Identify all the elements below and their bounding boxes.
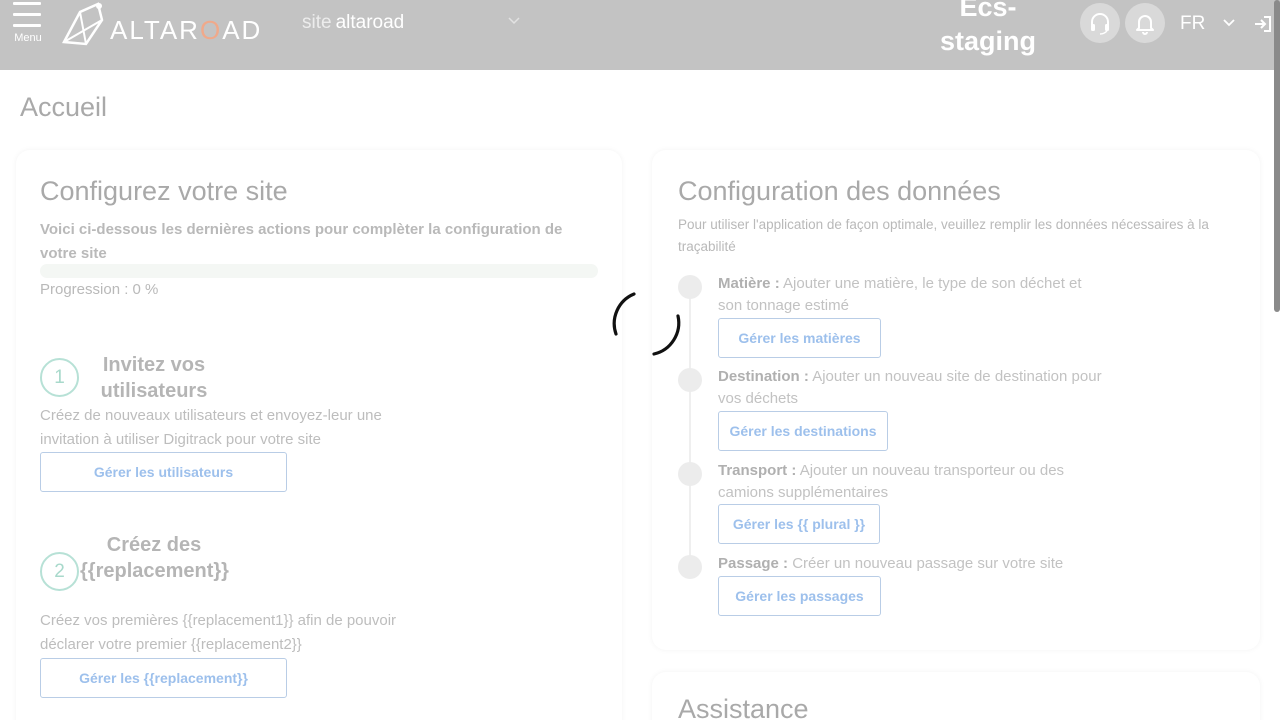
assistance-title: Assistance <box>678 694 809 720</box>
manage-replacement-button[interactable]: Gérer les {{replacement}} <box>40 658 287 698</box>
data-config-intro: Pour utiliser l'application de façon opt… <box>678 217 1209 254</box>
setup-card-subtitle: Voici ci-dessous les dernières actions p… <box>40 221 563 262</box>
timeline-item-destination: Destination : Ajouter un nouveau site de… <box>718 368 1102 407</box>
loading-spinner-icon <box>612 292 681 356</box>
manage-destinations-button[interactable]: Gérer les destinations <box>718 411 888 451</box>
top-header: Menu ALTAROAD site altaroad Ecs-staging F… <box>0 0 1280 70</box>
language-selector[interactable]: FR <box>1180 13 1205 35</box>
timeline-dot <box>678 368 702 392</box>
site-selector[interactable]: site altaroad <box>302 12 522 36</box>
timeline-dot <box>678 462 702 486</box>
timeline-item-material: Matière : Ajouter une matière, le type d… <box>718 275 1082 314</box>
altaroad-logo-icon <box>62 2 104 46</box>
manage-passages-button[interactable]: Gérer les passages <box>718 576 881 616</box>
notifications-button[interactable] <box>1125 3 1165 43</box>
step-number: 1 <box>40 358 79 397</box>
data-config-card: Configuration des données Pour utiliser … <box>652 150 1260 650</box>
assistance-card: Assistance <box>652 672 1260 720</box>
timeline-item-passage: Passage : Créer un nouveau passage sur v… <box>718 555 1064 572</box>
progress-bar <box>40 264 598 278</box>
data-config-title: Configuration des données <box>678 176 1001 206</box>
step-number: 2 <box>40 552 79 591</box>
menu-label: Menu <box>14 32 42 44</box>
setup-card-title: Configurez votre site <box>40 176 288 206</box>
page-scrollbar[interactable] <box>1274 0 1280 312</box>
timeline-item-transport: Transport : Ajouter un nouveau transport… <box>718 462 1065 501</box>
chevron-down-icon[interactable] <box>1222 16 1236 30</box>
progress-label: Progression : 0 % <box>40 281 159 298</box>
bell-icon <box>1136 15 1154 35</box>
step-description: Créez de nouveaux utilisateurs et envoye… <box>40 407 382 448</box>
manage-materials-button[interactable]: Gérer les matières <box>718 318 881 358</box>
logo-wordmark: ALTAROAD <box>110 15 263 45</box>
logout-icon[interactable] <box>1253 14 1273 34</box>
manage-users-button[interactable]: Gérer les utilisateurs <box>40 452 287 492</box>
step-description: Créez vos premières {{replacement1}} afi… <box>40 612 397 653</box>
timeline-line <box>689 290 691 565</box>
step-title: Invitez vos utilisateurs <box>100 354 208 402</box>
site-chevron-down-icon <box>508 17 520 25</box>
manage-transport-button[interactable]: Gérer les {{ plural }} <box>718 504 880 544</box>
headset-icon <box>1091 13 1109 35</box>
step-title: Créez des {{replacement}} <box>80 534 229 582</box>
environment-title: Ecs-staging <box>939 0 1036 56</box>
menu-icon <box>13 2 41 28</box>
setup-card: Configurez votre site Voici ci-dessous l… <box>16 150 622 720</box>
menu-button[interactable]: Menu <box>8 0 48 48</box>
site-name: altaroad <box>335 12 405 33</box>
support-button[interactable] <box>1080 3 1120 43</box>
page-title: Accueil <box>20 92 108 122</box>
timeline-dot <box>678 555 702 579</box>
site-prefix: site <box>302 12 332 33</box>
